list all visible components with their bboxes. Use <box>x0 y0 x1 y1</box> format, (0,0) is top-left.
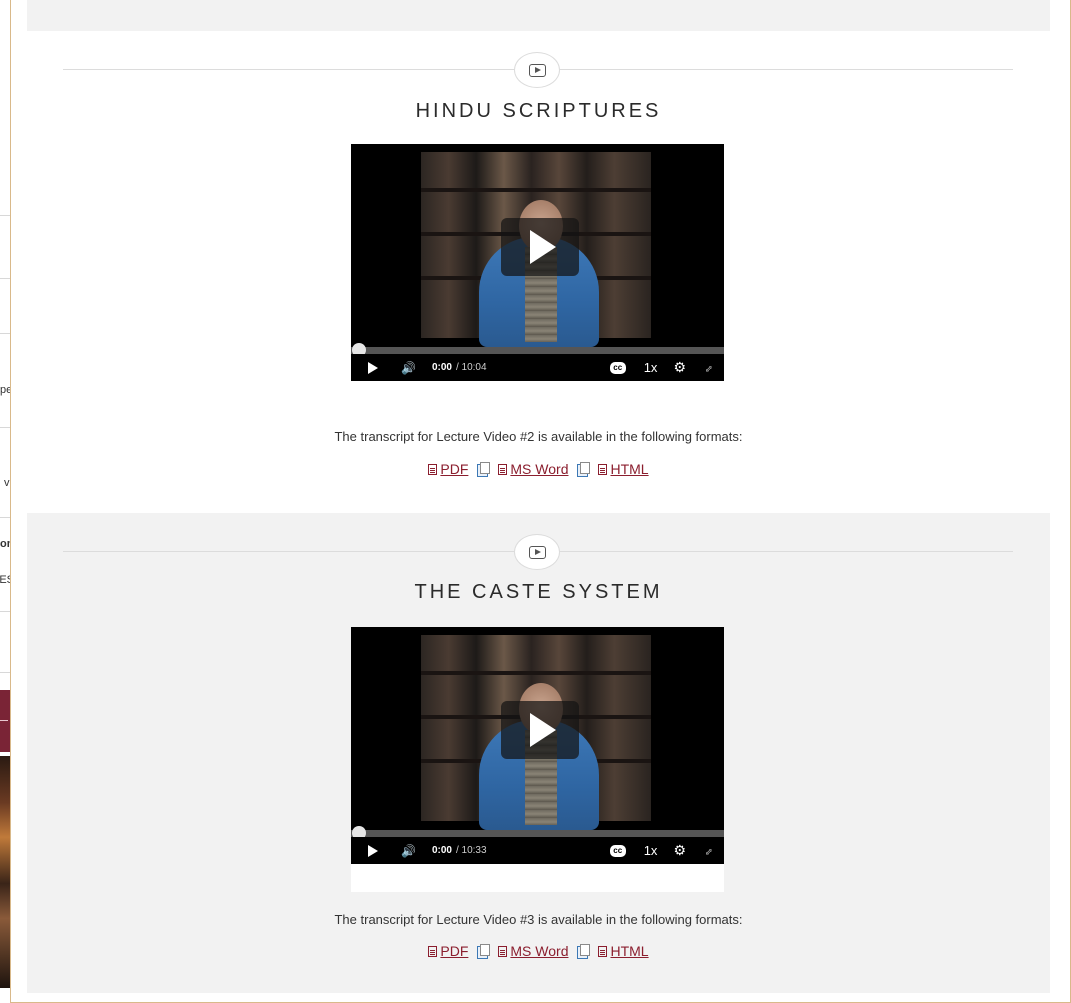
video-frame[interactable] <box>351 627 724 830</box>
volume-icon[interactable]: 🔊 <box>401 844 416 858</box>
pdf-link[interactable]: PDF <box>428 461 468 477</box>
document-icon <box>428 463 438 475</box>
current-time: 0:00 <box>431 845 452 856</box>
player-controls: 🔊 0:00 / 10:04 cc 1x ⚙ ⇔ <box>351 354 724 381</box>
fullscreen-icon[interactable]: ⇔ <box>699 358 717 376</box>
copy-icon[interactable] <box>577 944 591 959</box>
pdf-link[interactable]: PDF <box>428 943 468 959</box>
video-player[interactable]: 🔊 0:00 / 10:04 cc 1x ⚙ ⇔ <box>351 144 724 381</box>
gear-icon[interactable]: ⚙ <box>673 842 686 859</box>
copy-icon[interactable] <box>577 462 591 477</box>
copy-icon[interactable] <box>477 462 491 477</box>
player-padding <box>351 864 724 892</box>
progress-bar[interactable] <box>351 343 724 357</box>
transcript-text: The transcript for Lecture Video #3 is a… <box>334 912 743 927</box>
play-square-icon <box>528 63 546 77</box>
previous-section-bottom <box>27 0 1050 31</box>
gear-icon[interactable]: ⚙ <box>673 359 686 376</box>
ms-word-link[interactable]: MS Word <box>498 461 568 477</box>
captions-button[interactable]: cc <box>609 844 626 857</box>
video-play-icon <box>514 52 560 88</box>
transcript-links: PDF MS Word HTML <box>27 943 1050 959</box>
captions-button[interactable]: cc <box>609 361 626 374</box>
content-frame: HINDU SCRIPTURES 🔊 0:00 / 10:04 cc 1x ⚙ … <box>10 0 1071 1003</box>
html-link[interactable]: HTML <box>598 461 649 477</box>
section-title: THE CASTE SYSTEM <box>414 581 663 603</box>
playback-speed-button[interactable]: 1x <box>644 843 658 858</box>
duration: / 10:04 <box>455 362 487 373</box>
ms-word-link[interactable]: MS Word <box>498 943 568 959</box>
player-controls: 🔊 0:00 / 10:33 cc 1x ⚙ ⇔ <box>351 837 724 864</box>
background-banner-line <box>0 720 8 721</box>
duration: / 10:33 <box>455 845 487 856</box>
play-square-icon <box>528 545 546 559</box>
video-section: THE CASTE SYSTEM 🔊 0:00 / 10:33 cc 1x ⚙ … <box>27 513 1050 993</box>
document-icon <box>598 945 608 957</box>
video-section: HINDU SCRIPTURES 🔊 0:00 / 10:04 cc 1x ⚙ … <box>27 31 1050 512</box>
document-icon <box>598 463 608 475</box>
section-title: HINDU SCRIPTURES <box>415 100 662 122</box>
big-play-button[interactable] <box>501 701 579 759</box>
fullscreen-icon[interactable]: ⇔ <box>699 841 717 859</box>
document-icon <box>498 945 508 957</box>
current-time: 0:00 <box>431 362 452 373</box>
playback-speed-button[interactable]: 1x <box>644 360 658 375</box>
big-play-button[interactable] <box>501 218 579 276</box>
transcript-text: The transcript for Lecture Video #2 is a… <box>334 429 743 444</box>
copy-icon[interactable] <box>477 944 491 959</box>
transcript-links: PDF MS Word HTML <box>27 461 1050 477</box>
volume-icon[interactable]: 🔊 <box>401 361 416 375</box>
video-play-icon <box>514 534 560 570</box>
progress-bar[interactable] <box>351 826 724 840</box>
video-player[interactable]: 🔊 0:00 / 10:33 cc 1x ⚙ ⇔ <box>351 627 724 864</box>
play-icon[interactable] <box>368 844 378 857</box>
document-icon <box>428 945 438 957</box>
video-frame[interactable] <box>351 144 724 347</box>
play-icon[interactable] <box>368 361 378 374</box>
html-link[interactable]: HTML <box>598 943 649 959</box>
document-icon <box>498 463 508 475</box>
